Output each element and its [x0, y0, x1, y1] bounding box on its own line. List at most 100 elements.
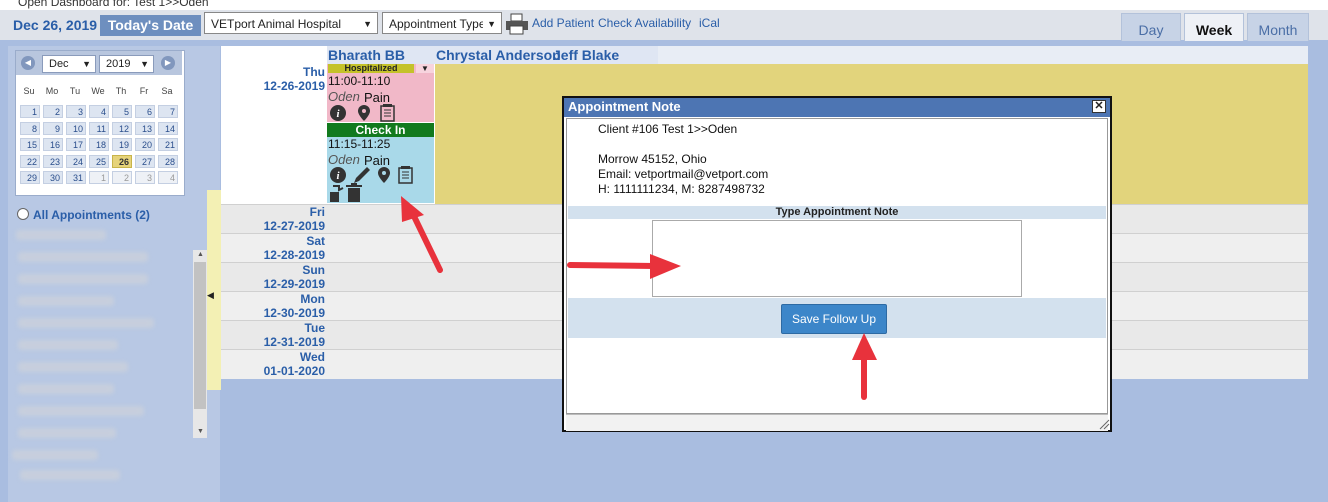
- calendar-day[interactable]: 5: [112, 105, 132, 118]
- chevron-down-icon: ▼: [82, 59, 91, 69]
- calendar-day[interactable]: 9: [43, 121, 63, 135]
- hospital-select[interactable]: VETport Animal Hospital ▼: [204, 12, 378, 34]
- calendar-day[interactable]: 8: [20, 121, 40, 135]
- collapse-left-icon[interactable]: ◀: [207, 290, 214, 301]
- provider-name[interactable]: Bharath BB: [328, 47, 405, 63]
- calendar-day[interactable]: 2: [112, 171, 132, 184]
- patient-name[interactable]: Oden: [328, 89, 360, 104]
- scroll-down-icon[interactable]: ▼: [197, 428, 204, 435]
- check-availability-link[interactable]: Check Availability: [598, 16, 691, 30]
- calendar-day[interactable]: 7: [158, 105, 178, 118]
- ical-link[interactable]: iCal: [699, 16, 720, 30]
- note-label: Type Appointment Note: [568, 206, 1106, 219]
- notes-icon[interactable]: [380, 104, 395, 122]
- appointment-type-select[interactable]: Appointment Type ▼: [382, 12, 502, 34]
- patient-name[interactable]: Oden: [328, 152, 360, 167]
- resize-grip-icon[interactable]: [1098, 418, 1110, 430]
- calendar-day[interactable]: 2: [43, 105, 63, 118]
- day-name: Mon: [300, 292, 325, 306]
- day-name: Tue: [304, 321, 325, 335]
- appointment-note-textarea[interactable]: [652, 220, 1022, 297]
- close-icon[interactable]: ✕: [1092, 100, 1106, 113]
- appointment-time: 11:00-11:10: [328, 74, 391, 88]
- all-appointments-radio[interactable]: [17, 208, 29, 220]
- calendar-day[interactable]: 24: [66, 154, 86, 168]
- info-icon[interactable]: i: [330, 167, 346, 183]
- dialog-title: Appointment Note: [568, 99, 681, 114]
- save-follow-up-button[interactable]: Save Follow Up: [781, 304, 887, 334]
- client-email: Email: vetportmail@vetport.com: [598, 167, 769, 181]
- day-date: 12-27-2019: [263, 219, 325, 233]
- edit-pencil-icon[interactable]: [354, 167, 370, 183]
- map-pin-icon[interactable]: [378, 167, 390, 183]
- provider-name[interactable]: Jeff Blake: [553, 47, 619, 63]
- calendar-day[interactable]: 3: [135, 171, 155, 184]
- calendar-day[interactable]: 14: [158, 121, 178, 135]
- calendar-day[interactable]: 19: [112, 138, 132, 151]
- calendar-day[interactable]: 27: [135, 154, 155, 168]
- calendar-day[interactable]: 16: [43, 138, 63, 151]
- calendar-day[interactable]: 26: [112, 154, 132, 168]
- calendar-day[interactable]: 29: [20, 171, 40, 184]
- calendar-day[interactable]: 17: [66, 138, 86, 151]
- weekday-label: Sa: [161, 86, 173, 96]
- info-icon[interactable]: i: [330, 105, 346, 121]
- calendar-day[interactable]: 25: [89, 154, 109, 168]
- printer-icon[interactable]: [505, 13, 529, 35]
- calendar-day[interactable]: 22: [20, 154, 40, 168]
- map-pin-icon[interactable]: [358, 105, 370, 121]
- calendar-day[interactable]: 4: [89, 105, 109, 118]
- calendar-day[interactable]: 4: [158, 171, 178, 184]
- top-bar-text: Open Dashboard for: Test 1>>Oden: [18, 0, 209, 9]
- weekday-label: We: [91, 86, 105, 96]
- prev-month-icon[interactable]: ◀: [21, 56, 35, 70]
- month-select[interactable]: Dec ▼: [42, 55, 96, 73]
- card-actions: i: [330, 166, 413, 202]
- calendar-day[interactable]: 12: [112, 121, 132, 135]
- weekday-label: Fr: [139, 86, 149, 96]
- day-date: 01-01-2020: [263, 364, 325, 378]
- calendar-day[interactable]: 13: [135, 121, 155, 135]
- calendar-day[interactable]: 28: [158, 154, 178, 168]
- day-name: Sat: [306, 234, 325, 248]
- calendar-day[interactable]: 31: [66, 171, 86, 184]
- notes-icon[interactable]: [398, 166, 413, 184]
- weekday-label: Tu: [69, 86, 81, 96]
- calendar-day[interactable]: 1: [20, 105, 40, 118]
- checkout-icon[interactable]: [330, 185, 344, 202]
- calendar-day[interactable]: 1: [89, 171, 109, 184]
- blurred-provider-list: [12, 222, 190, 492]
- current-date: Dec 26, 2019: [13, 17, 98, 33]
- provider-name[interactable]: Chrystal Anderson: [436, 47, 561, 63]
- tab-week[interactable]: Week: [1184, 13, 1244, 41]
- calendar-day[interactable]: 20: [135, 138, 155, 151]
- calendar-day[interactable]: 6: [135, 105, 155, 118]
- client-line: Client #106 Test 1>>Oden: [598, 122, 738, 136]
- calendar-day[interactable]: 15: [20, 138, 40, 151]
- year-select[interactable]: 2019 ▼: [99, 55, 154, 73]
- dialog-footer: [566, 414, 1108, 431]
- trash-icon[interactable]: [346, 183, 362, 202]
- client-address: Morrow 45152, Ohio: [598, 152, 707, 166]
- todays-date-button[interactable]: Today's Date: [100, 15, 201, 36]
- next-month-icon[interactable]: ▶: [161, 56, 175, 70]
- chevron-down-icon: ▼: [140, 59, 149, 69]
- scroll-up-icon[interactable]: ▲: [197, 251, 204, 258]
- weekday-label: Th: [115, 86, 127, 96]
- calendar-day[interactable]: 30: [43, 171, 63, 184]
- calendar-day[interactable]: 23: [43, 154, 63, 168]
- calendar-day[interactable]: 3: [66, 105, 86, 118]
- calendar-day[interactable]: 21: [158, 138, 178, 151]
- card-actions: i: [330, 104, 395, 122]
- chevron-down-icon[interactable]: ▼: [416, 64, 434, 73]
- calendar-day[interactable]: 11: [89, 121, 109, 135]
- day-name: Sun: [302, 263, 325, 277]
- tab-month[interactable]: Month: [1247, 13, 1309, 41]
- sidebar-scroll-thumb[interactable]: [194, 262, 206, 409]
- calendar-day[interactable]: 10: [66, 121, 86, 135]
- status-badge: Hospitalized: [328, 64, 414, 73]
- tab-day[interactable]: Day: [1121, 13, 1181, 41]
- calendar-day[interactable]: 18: [89, 138, 109, 151]
- add-patient-link[interactable]: Add Patient: [532, 16, 594, 30]
- client-phones: H: 1111111234, M: 8287498732: [598, 182, 765, 196]
